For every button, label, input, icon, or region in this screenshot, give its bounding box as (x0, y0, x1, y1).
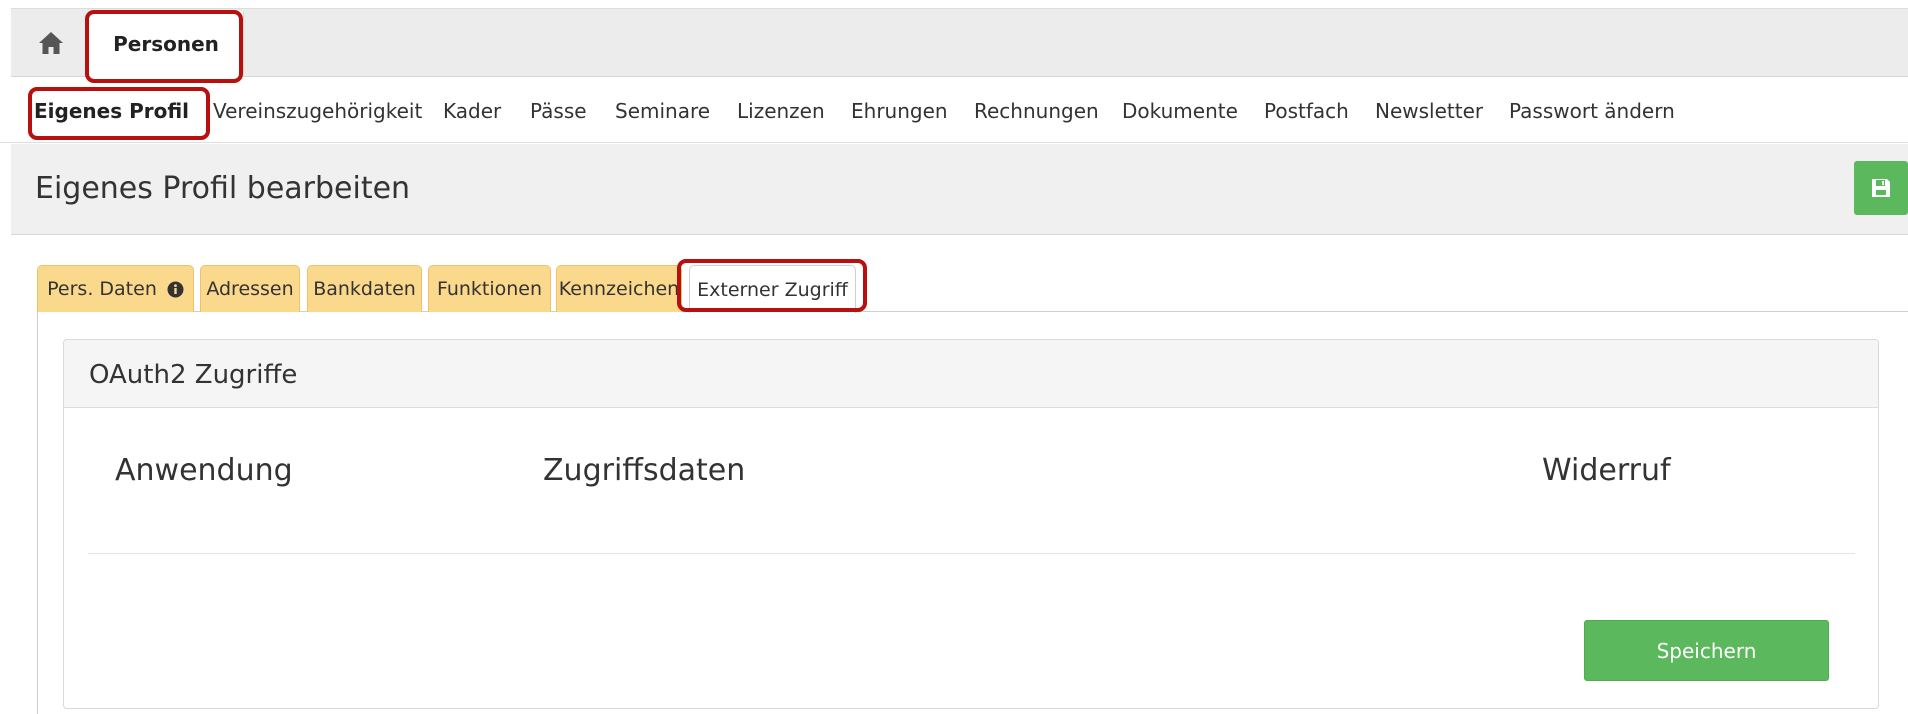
subnav-item-vereinszugehoerigkeit[interactable]: Vereinszugehörigkeit (213, 99, 422, 123)
save-icon (1872, 179, 1890, 197)
save-button[interactable]: Speichern (1584, 620, 1829, 681)
page-header: Eigenes Profil bearbeiten (11, 144, 1908, 235)
subnav-item-newsletter[interactable]: Newsletter (1375, 99, 1483, 123)
column-header-widerruf: Widerruf (1542, 453, 1671, 488)
oauth2-card: OAuth2 Zugriffe Anwendung Zugriffsdaten … (63, 339, 1879, 709)
subnav-item-ehrungen[interactable]: Ehrungen (851, 99, 948, 123)
column-header-zugriffsdaten: Zugriffsdaten (543, 453, 746, 488)
tab-pers-daten[interactable]: Pers. Daten (37, 265, 194, 312)
page-title: Eigenes Profil bearbeiten (35, 171, 411, 206)
tab-funktionen[interactable]: Funktionen (428, 265, 551, 312)
card-title: OAuth2 Zugriffe (89, 360, 298, 390)
subnav-item-rechnungen[interactable]: Rechnungen (974, 99, 1099, 123)
subnav-item-kader[interactable]: Kader (443, 99, 501, 123)
subnav-item-eigenes-profil[interactable]: Eigenes Profil (34, 99, 189, 123)
profile-subnav: Eigenes Profil Vereinszugehörigkeit Kade… (0, 78, 1908, 143)
module-tab-personen[interactable]: Personen (88, 11, 244, 77)
info-circle-icon (167, 281, 184, 297)
table-divider (88, 553, 1855, 554)
subnav-item-lizenzen[interactable]: Lizenzen (737, 99, 825, 123)
tab-adressen[interactable]: Adressen (200, 265, 300, 312)
header-save-button[interactable] (1854, 161, 1908, 215)
tab-kennzeichen[interactable]: Kennzeichen (556, 265, 682, 312)
module-bar: Personen (11, 8, 1908, 77)
tab-bankdaten[interactable]: Bankdaten (307, 265, 422, 312)
subnav-item-dokumente[interactable]: Dokumente (1122, 99, 1238, 123)
tab-externer-zugriff[interactable]: Externer Zugriff (689, 265, 856, 313)
home-icon (39, 32, 63, 54)
subnav-item-postfach[interactable]: Postfach (1264, 99, 1349, 123)
subnav-item-seminare[interactable]: Seminare (615, 99, 710, 123)
card-header: OAuth2 Zugriffe (64, 340, 1878, 408)
tab-label: Pers. Daten (47, 278, 157, 300)
subnav-item-paesse[interactable]: Pässe (530, 99, 587, 123)
subnav-item-passwort-aendern[interactable]: Passwort ändern (1509, 99, 1675, 123)
home-button[interactable] (35, 27, 67, 59)
column-header-anwendung: Anwendung (115, 453, 293, 488)
